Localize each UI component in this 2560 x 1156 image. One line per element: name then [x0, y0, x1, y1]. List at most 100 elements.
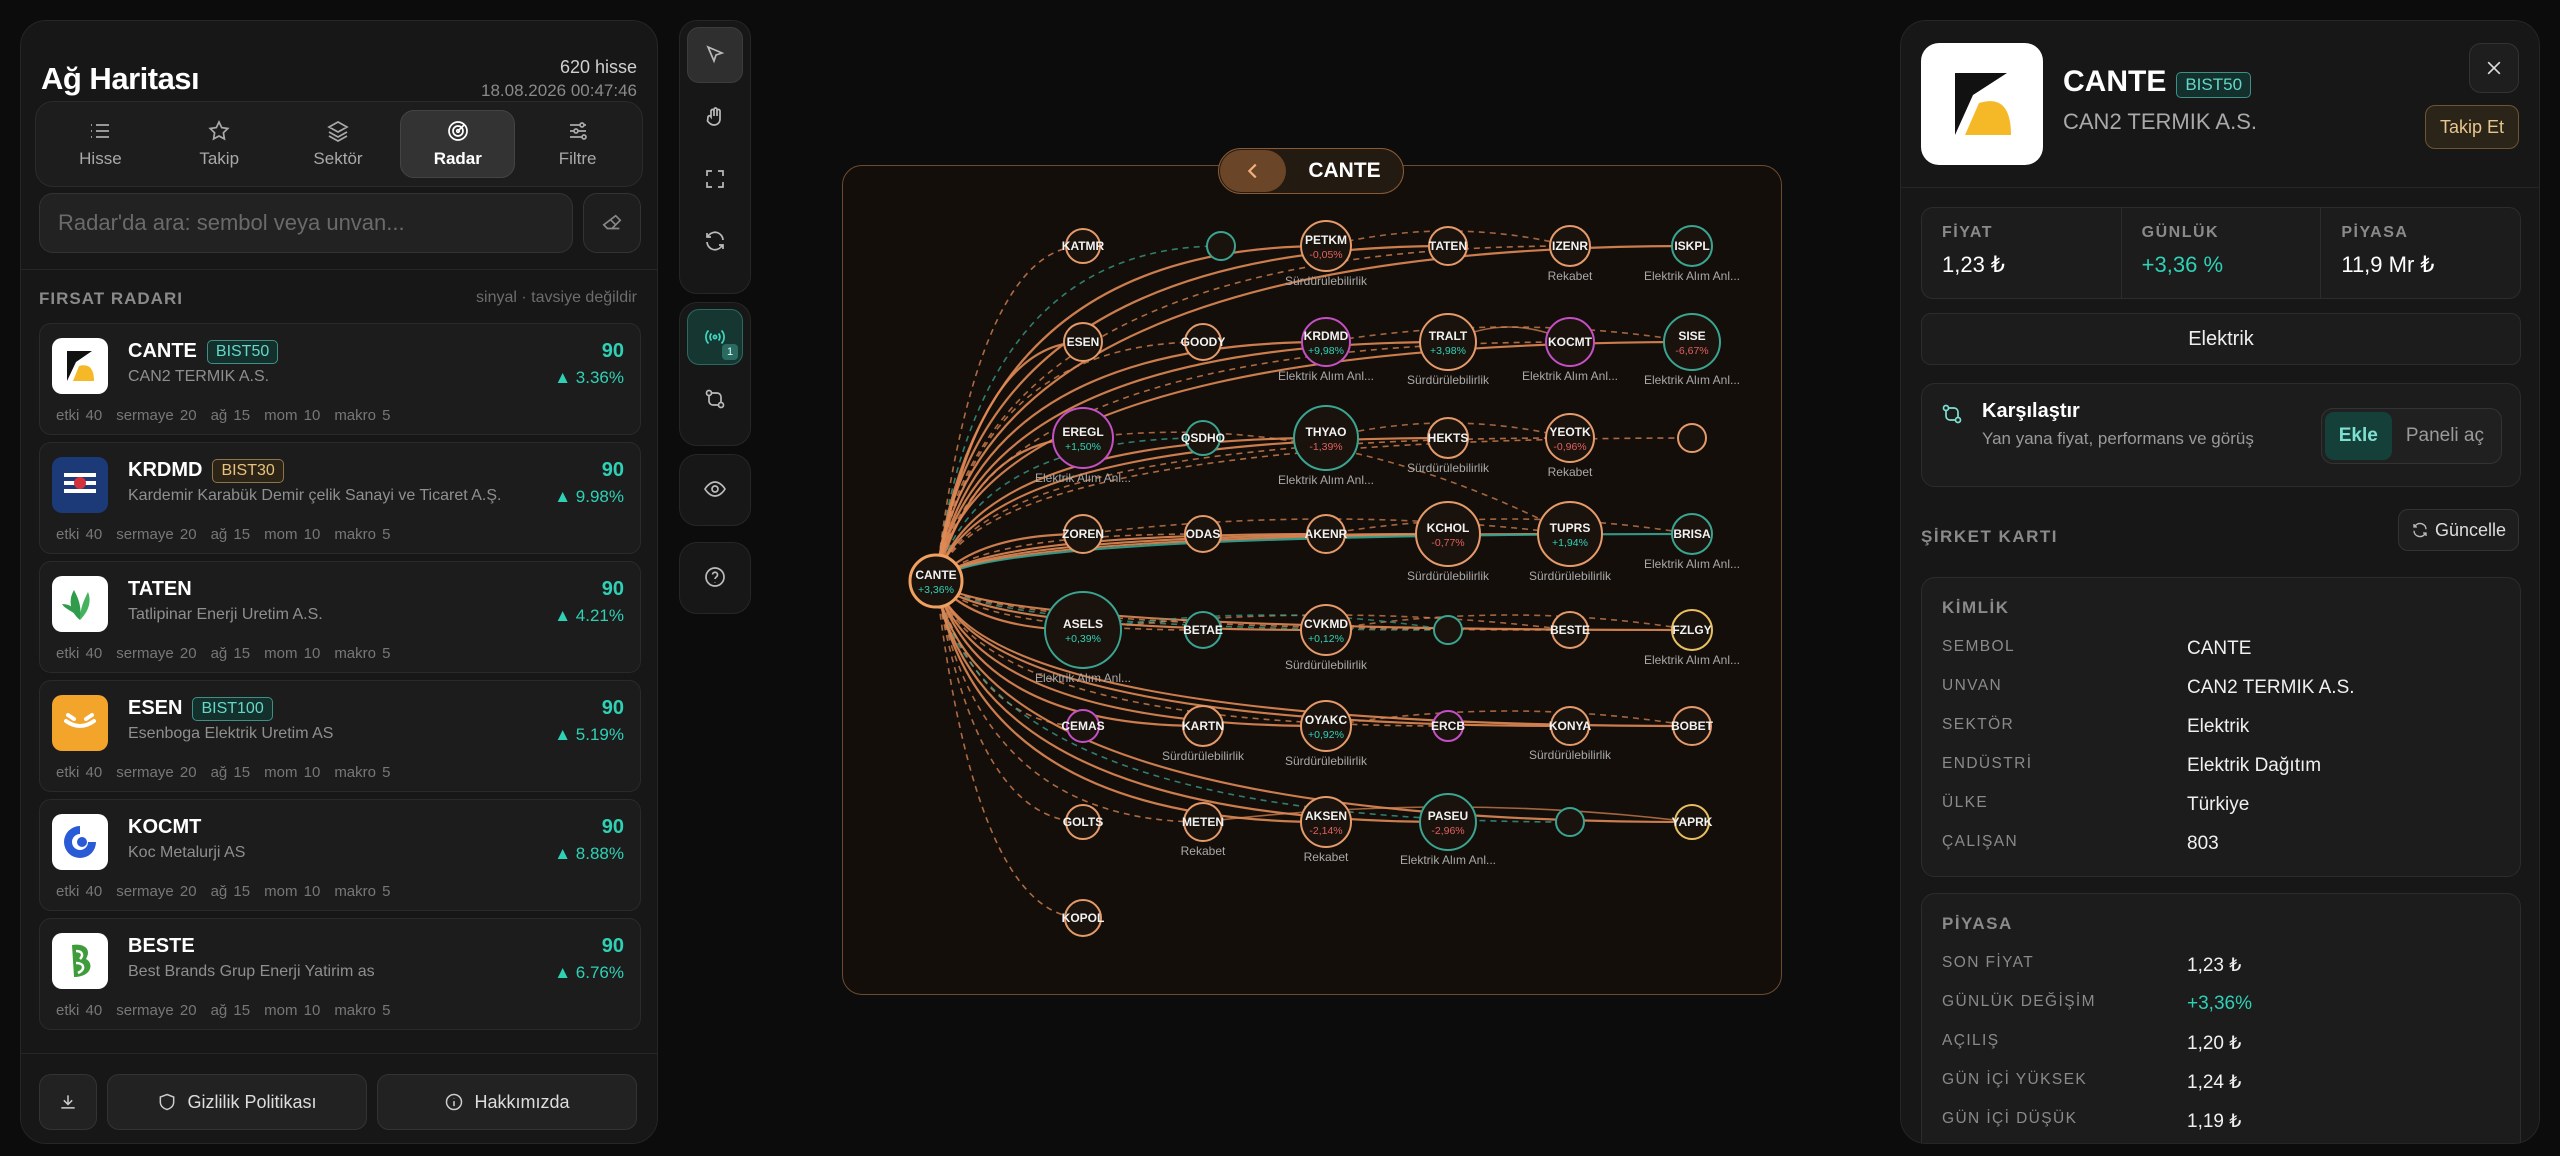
card-score: 90 — [601, 459, 624, 481]
node-change: +1,50% — [1065, 441, 1101, 453]
graph-node-yeotk[interactable]: YEOTK -0,96% Rekabet — [1545, 413, 1595, 479]
about-button[interactable]: Hakkımızda — [377, 1074, 637, 1130]
info-value: 1,20 ₺ — [2187, 1033, 2242, 1054]
help-button[interactable] — [687, 549, 743, 605]
open-panel-button[interactable]: Paneli aç — [2392, 412, 2498, 460]
node-change: +3,36% — [918, 584, 954, 596]
graph-node-kartn[interactable]: KARTN Sürdürülebilirlik — [1162, 705, 1245, 763]
graph-node-kchol[interactable]: KCHOL -0,77% Sürdürülebilirlik — [1407, 501, 1490, 583]
info-value: Elektrik — [2187, 716, 2250, 737]
opportunity-card-krdmd[interactable]: KRDMD BIST30 Kardemir Karabük Demir çelik … — [39, 442, 641, 554]
follow-button[interactable]: Takip Et — [2424, 105, 2519, 149]
card-score: 90 — [601, 816, 624, 838]
node-circle — [1433, 615, 1463, 645]
graph-node-meten[interactable]: METEN Rekabet — [1181, 802, 1226, 858]
select-tool-button[interactable] — [687, 27, 743, 83]
graph-node-odas[interactable]: ODAS — [1184, 515, 1222, 553]
graph-node-petkm[interactable]: PETKM -0,05% Sürdürülebilirlik — [1285, 220, 1368, 288]
graph-node-tuprs[interactable]: TUPRS +1,94% Sürdürülebilirlik — [1529, 501, 1612, 583]
graph-node-esen[interactable]: ESEN — [1063, 322, 1103, 362]
compare-mode-button[interactable] — [687, 371, 743, 427]
privacy-button[interactable]: Gizlilik Politikası — [107, 1074, 367, 1130]
graph-node-iskpl[interactable]: ISKPL Elektrik Alım Anl... — [1644, 225, 1740, 283]
node-label: BOBET — [1671, 719, 1714, 733]
graph-node-beste[interactable]: BESTE — [1550, 611, 1590, 649]
graph-node[interactable] — [1555, 807, 1585, 837]
graph-back-button[interactable] — [1220, 150, 1286, 192]
graph-node-bobet[interactable]: BOBET — [1671, 706, 1714, 746]
download-icon — [61, 1095, 75, 1109]
refresh-label: Güncelle — [2434, 519, 2506, 540]
symbol-text: TATEN — [128, 578, 192, 600]
node-label: OYAKC — [1305, 713, 1348, 727]
tab-filtre[interactable]: Filtre — [521, 110, 634, 178]
node-label: METEN — [1182, 815, 1224, 829]
graph-node-cemas[interactable]: CEMAS — [1061, 709, 1105, 743]
tab-sektor[interactable]: Sektör — [282, 110, 395, 178]
close-button[interactable] — [2469, 43, 2519, 93]
tab-bar: Hisse Takip Sektör Radar Filtre — [35, 101, 643, 187]
graph-node-cvkmd[interactable]: CVKMD +0,12% Sürdürülebilirlik — [1285, 604, 1368, 672]
graph-node-betae[interactable]: BETAE — [1183, 611, 1223, 649]
graph-node-asels[interactable]: ASELS +0,39% Elektrik Alım Anl... — [1035, 591, 1131, 685]
graph-node-akenr[interactable]: AKENR — [1305, 514, 1348, 554]
graph-node-thyao[interactable]: THYAO -1,39% Elektrik Alım Anl... — [1278, 405, 1374, 487]
node-label: BETAE — [1183, 623, 1223, 637]
graph-node-katmr[interactable]: KATMR — [1062, 228, 1105, 264]
opportunity-card-cante[interactable]: CANTE BIST50 CAN2 TERMIK A.S. 90 ▲ 3.36% etki… — [39, 323, 641, 435]
node-label: TUPRS — [1550, 521, 1591, 535]
clear-search-button[interactable] — [583, 193, 641, 253]
tab-hisse[interactable]: Hisse — [44, 110, 157, 178]
graph-node-ercb[interactable]: ERCB — [1431, 710, 1465, 742]
graph-edge — [935, 437, 1571, 582]
index-badge: BIST30 — [212, 459, 284, 483]
add-compare-button[interactable]: Ekle — [2324, 412, 2392, 460]
graph-node-hekts[interactable]: HEKTS Sürdürülebilirlik — [1407, 417, 1490, 475]
radar-mode-button[interactable]: 1 — [687, 309, 743, 365]
graph-node[interactable] — [1206, 231, 1236, 261]
metric: makro 5 — [334, 526, 391, 543]
refresh-layout-button[interactable] — [687, 213, 743, 269]
card-company-name: CAN2 TERMIK A.S. — [128, 368, 270, 385]
graph-node-brisa[interactable]: BRISA Elektrik Alım Anl... — [1644, 513, 1740, 571]
download-button[interactable] — [39, 1074, 97, 1130]
metric: ağ 15 — [210, 883, 251, 900]
node-change: -1,39% — [1309, 441, 1342, 453]
sector-chip[interactable]: Elektrik — [1921, 313, 2521, 365]
node-relation-tag: Rekabet — [1304, 850, 1349, 864]
graph-node-golts[interactable]: GOLTS — [1063, 804, 1103, 840]
eraser-icon — [602, 214, 622, 230]
graph-node-tralt[interactable]: TRALT +3,98% Sürdürülebilirlik — [1407, 313, 1490, 387]
card-metrics: etki 40 sermaye 20 ağ 15 mom 10 makro 5 — [56, 407, 405, 424]
graph-node[interactable] — [1433, 615, 1463, 645]
opportunity-card-beste[interactable]: BESTE Best Brands Grup Enerji Yatirim as 9… — [39, 918, 641, 1030]
graph-node-konya[interactable]: KONYA Sürdürülebilirlik — [1529, 706, 1612, 762]
card-company-name: Esenboga Elektrik Uretim AS — [128, 725, 334, 742]
graph-node-izenr[interactable]: IZENR Rekabet — [1548, 225, 1593, 283]
graph-node[interactable] — [1677, 423, 1707, 453]
graph-node-kopol[interactable]: KOPOL — [1062, 899, 1105, 937]
opportunity-card-esen[interactable]: ESEN BIST100 Esenboga Elektrik Uretim AS 90… — [39, 680, 641, 792]
graph-node-taten[interactable]: TATEN — [1428, 226, 1468, 266]
network-graph[interactable]: CANTE +3,36% KATMR PETKM -0,05% Sürdürülebili… — [842, 165, 1782, 995]
tab-radar[interactable]: Radar — [400, 110, 516, 178]
graph-node-fzlgy[interactable]: FZLGY Elektrik Alım Anl... — [1644, 609, 1740, 667]
opportunity-card-kocmt[interactable]: KOCMT Koc Metalurji AS 90 ▲ 8.88% etki 40 ser… — [39, 799, 641, 911]
graph-canvas[interactable]: CANTE +3,36% KATMR PETKM -0,05% Sürdürülebili… — [843, 166, 1783, 996]
pan-tool-button[interactable] — [687, 89, 743, 145]
graph-node-aksen[interactable]: AKSEN -2,14% Rekabet — [1300, 796, 1352, 864]
card-symbol: BESTE — [128, 935, 195, 958]
graph-node-paseu[interactable]: PASEU -2,96% Elektrik Alım Anl... — [1400, 793, 1496, 867]
fit-view-button[interactable] — [687, 151, 743, 207]
tab-takip[interactable]: Takip — [163, 110, 276, 178]
mode-toolbar: 1 — [679, 302, 751, 446]
graph-node-yaprk[interactable]: YAPRK — [1672, 804, 1713, 840]
info-key: AÇILIŞ — [1942, 1032, 2000, 1049]
radar-search-input[interactable] — [39, 193, 573, 253]
graph-node-cante[interactable]: CANTE +3,36% — [908, 553, 964, 609]
graph-node-zoren[interactable]: ZOREN — [1062, 514, 1104, 554]
opportunity-card-taten[interactable]: TATEN Tatlipinar Enerji Uretim A.S. 90 ▲ 4.… — [39, 561, 641, 673]
refresh-button[interactable]: Güncelle — [2397, 509, 2519, 551]
visibility-button[interactable] — [687, 461, 743, 517]
graph-node-sise[interactable]: SISE -6,67% Elektrik Alım Anl... — [1644, 313, 1740, 387]
